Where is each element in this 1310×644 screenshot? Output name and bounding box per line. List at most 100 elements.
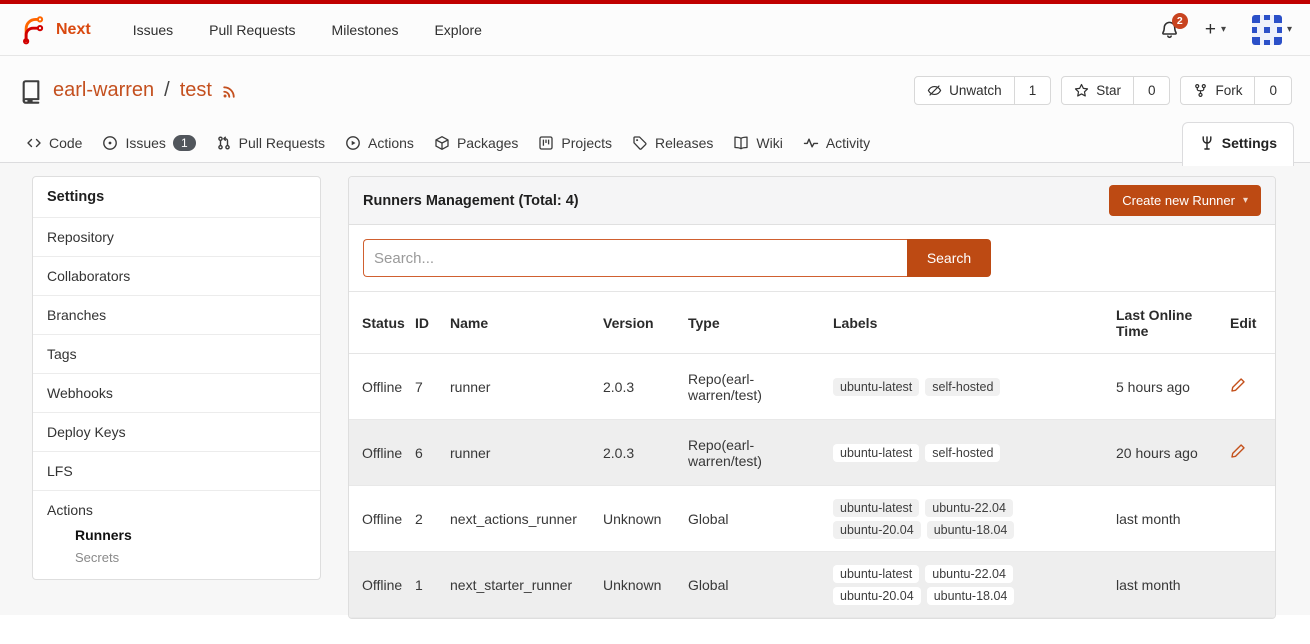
sidebar-item-collaborators[interactable]: Collaborators: [33, 257, 320, 296]
settings-icon: [1199, 135, 1215, 151]
status-cell: Offline: [349, 486, 415, 552]
tab-projects[interactable]: Projects: [528, 124, 622, 162]
tab-label: Pull Requests: [239, 135, 325, 151]
plus-icon: +: [1205, 19, 1216, 41]
user-menu-button[interactable]: ▾: [1252, 15, 1292, 45]
labels-cell: ubuntu-latestubuntu-22.04ubuntu-20.04ubu…: [833, 552, 1116, 618]
name-cell: runner: [450, 420, 603, 486]
last-online-cell: last month: [1116, 552, 1230, 618]
labels-cell: ubuntu-latestubuntu-22.04ubuntu-20.04ubu…: [833, 486, 1116, 552]
sidebar-item-webhooks[interactable]: Webhooks: [33, 374, 320, 413]
identicon-avatar: [1252, 15, 1282, 45]
nav-item-explore[interactable]: Explore: [420, 14, 495, 46]
edit-cell: [1230, 552, 1276, 618]
name-cell: runner: [450, 354, 603, 420]
sidebar-item-branches[interactable]: Branches: [33, 296, 320, 335]
tab-packages[interactable]: Packages: [424, 124, 528, 162]
col-id: ID: [415, 292, 450, 354]
create-new-menu-button[interactable]: + ▾: [1205, 19, 1226, 41]
name-cell: next_starter_runner: [450, 552, 603, 618]
search-input[interactable]: [363, 239, 907, 277]
sidebar-item-repository[interactable]: Repository: [33, 218, 320, 257]
search-button[interactable]: Search: [907, 239, 991, 277]
fork-button[interactable]: Fork: [1181, 77, 1254, 104]
sidebar-item-lfs[interactable]: LFS: [33, 452, 320, 491]
tab-activity[interactable]: Activity: [793, 124, 880, 162]
tab-pull-requests[interactable]: Pull Requests: [206, 124, 335, 162]
col-status: Status: [349, 292, 415, 354]
search-area: Search: [349, 225, 1275, 291]
runner-label-chip: ubuntu-22.04: [925, 565, 1013, 583]
runner-label-chip: ubuntu-18.04: [927, 587, 1015, 605]
book-icon: [733, 135, 749, 151]
repo-action-buttons: Unwatch 1 Star 0: [914, 76, 1292, 105]
runners-table-body: Offline7runner2.0.3Repo(earl-warren/test…: [349, 354, 1276, 618]
play-circle-icon: [345, 135, 361, 151]
sidebar-title: Settings: [33, 177, 320, 218]
col-type: Type: [688, 292, 833, 354]
tab-wiki[interactable]: Wiki: [723, 124, 792, 162]
runner-label-chip: ubuntu-20.04: [833, 521, 921, 539]
sidebar-item-runners[interactable]: Runners: [47, 520, 306, 543]
edit-cell: [1230, 354, 1276, 420]
runner-row: Offline7runner2.0.3Repo(earl-warren/test…: [349, 354, 1276, 420]
sidebar-item-deploy-keys[interactable]: Deploy Keys: [33, 413, 320, 452]
nav-item-pull-requests[interactable]: Pull Requests: [195, 14, 309, 46]
status-cell: Offline: [349, 552, 415, 618]
forks-count[interactable]: 0: [1254, 77, 1291, 104]
create-button-label: Create new Runner: [1122, 193, 1235, 208]
sidebar-item-tags[interactable]: Tags: [33, 335, 320, 374]
notifications-button[interactable]: 2: [1160, 20, 1179, 39]
version-cell: Unknown: [603, 486, 688, 552]
tab-label: Packages: [457, 135, 518, 151]
stars-count[interactable]: 0: [1133, 77, 1170, 104]
repo-owner-link[interactable]: earl-warren: [53, 79, 154, 102]
package-icon: [434, 135, 450, 151]
last-online-cell: 20 hours ago: [1116, 420, 1230, 486]
col-version: Version: [603, 292, 688, 354]
tab-label: Wiki: [756, 135, 782, 151]
sidebar-item-secrets[interactable]: Secrets: [47, 543, 306, 565]
tab-issues[interactable]: Issues 1: [92, 124, 205, 162]
runner-row: Offline2next_actions_runnerUnknownGlobal…: [349, 486, 1276, 552]
sidebar-item-actions[interactable]: Actions: [47, 502, 93, 518]
forgejo-logo-icon: [18, 15, 48, 45]
tab-actions[interactable]: Actions: [335, 124, 424, 162]
create-new-runner-button[interactable]: Create new Runner ▾: [1109, 185, 1261, 216]
edit-runner-button[interactable]: [1230, 443, 1246, 459]
tab-label: Activity: [826, 135, 870, 151]
panel-title: Runners Management (Total: 4): [363, 193, 579, 209]
nav-item-issues[interactable]: Issues: [119, 14, 187, 46]
name-cell: next_actions_runner: [450, 486, 603, 552]
type-cell: Global: [688, 486, 833, 552]
rss-icon[interactable]: [221, 82, 238, 99]
chevron-down-icon: ▾: [1287, 24, 1292, 35]
id-cell: 7: [415, 354, 450, 420]
tab-settings[interactable]: Settings: [1182, 122, 1294, 166]
nav-item-milestones[interactable]: Milestones: [318, 14, 413, 46]
repo-name-link[interactable]: test: [180, 79, 212, 102]
fork-label: Fork: [1215, 83, 1242, 98]
fork-button-group: Fork 0: [1180, 76, 1292, 105]
brand-name: Next: [56, 21, 91, 39]
star-button-group: Star 0: [1061, 76, 1170, 105]
star-button[interactable]: Star: [1062, 77, 1133, 104]
edit-runner-button[interactable]: [1230, 377, 1246, 393]
search-form: Search: [363, 239, 991, 277]
star-icon: [1074, 83, 1089, 98]
watchers-count[interactable]: 1: [1014, 77, 1051, 104]
id-cell: 6: [415, 420, 450, 486]
tab-releases[interactable]: Releases: [622, 124, 723, 162]
issues-count-badge: 1: [173, 135, 196, 151]
notification-count-badge: 2: [1172, 13, 1188, 29]
tab-label: Issues: [125, 135, 165, 151]
runner-label-chip: ubuntu-latest: [833, 378, 919, 396]
tab-code[interactable]: Code: [16, 124, 92, 162]
edit-cell: [1230, 486, 1276, 552]
unwatch-button[interactable]: Unwatch: [915, 77, 1014, 104]
forgejo-home-link[interactable]: Next: [18, 15, 91, 45]
settings-sidebar: Settings Repository Collaborators Branch…: [32, 176, 321, 580]
repo-separator: /: [163, 79, 171, 102]
edit-cell: [1230, 420, 1276, 486]
runner-label-chip: ubuntu-latest: [833, 499, 919, 517]
